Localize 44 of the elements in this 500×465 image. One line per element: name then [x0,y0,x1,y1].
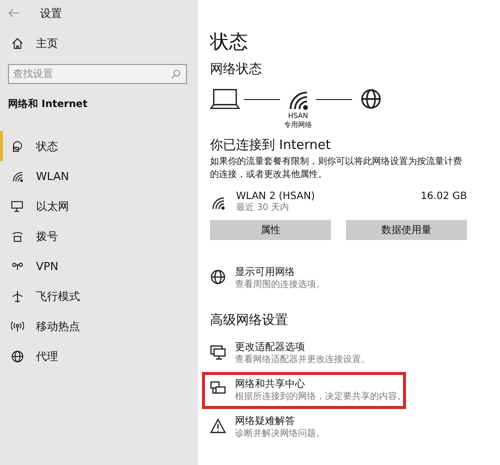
data-amount: 16.02 GB [420,191,467,202]
warning-icon [210,418,226,434]
window-title: 设置 [40,6,62,20]
laptop-icon [210,88,240,110]
usage-period: 最近 30 天内 [236,202,290,214]
status-description: 如果你的流量套餐有限制，则你可以将此网络设置为按流量计费的连接，或者更改其他属性。 [210,156,463,182]
sidebar-item[interactable]: 飞行模式 [0,281,198,311]
section-heading: 网络和 Internet [7,98,88,112]
sidebar-item[interactable]: 拨号 [0,221,198,251]
connector-line [316,99,352,100]
home-link[interactable]: 主页 [0,28,198,58]
action-button[interactable]: 数据使用量 [346,220,467,240]
search-field[interactable]: 查找设置 [8,64,187,84]
link-description: 查看周围的连接选项。 [235,279,325,291]
monitor-icon [11,200,24,212]
link-title[interactable]: 显示可用网络 [235,266,325,279]
link-description: 诊断并解决网络问题。 [235,428,325,440]
sidebar-item[interactable]: VPN [0,251,198,281]
section-heading: 高级网络设置 [210,312,289,329]
hotspot-icon [11,320,24,332]
back-arrow-icon[interactable] [8,8,20,18]
home-icon [11,36,24,50]
page-title: 状态 [210,30,249,54]
sidebar-item[interactable]: 移动热点 [0,311,198,341]
sidebar-item[interactable]: WLAN [0,161,198,191]
status-heading: 你已连接到 Internet [210,137,332,154]
connector-line [244,99,280,100]
link-title[interactable]: 更改适配器选项 [235,341,370,354]
action-button[interactable]: 属性 [210,220,331,240]
wifi-icon [11,170,24,182]
connection-name: WLAN 2 (HSAN) [236,191,316,202]
search-icon [171,69,181,79]
globe-icon [210,269,226,285]
sidebar-item[interactable]: 以太网 [0,191,198,221]
wifi-icon [210,194,226,210]
monitor-icon [210,344,226,360]
phone-icon [11,230,24,242]
section-heading: 网络状态 [210,61,263,78]
airplane-icon [11,290,24,302]
link-title[interactable]: 网络疑难解答 [235,415,325,428]
globe-icon [11,350,24,362]
sidebar-item[interactable]: 代理 [0,341,198,371]
link-description: 查看网络适配器并更改连接设置。 [235,354,370,366]
network-status-icon [11,140,24,152]
